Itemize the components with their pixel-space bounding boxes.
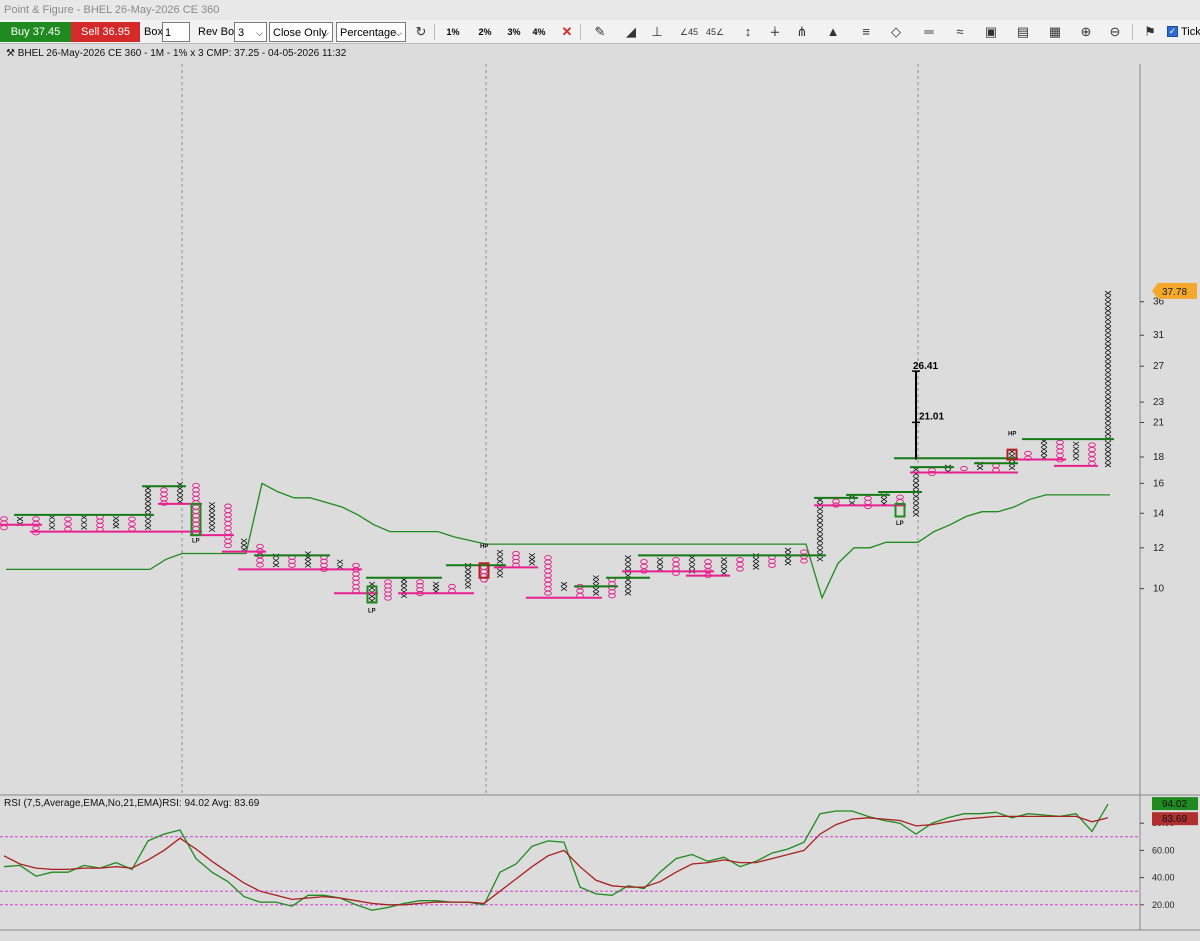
triangle-icon[interactable]: ◢: [620, 22, 642, 42]
horizontal-line-icon[interactable]: ═: [918, 22, 940, 42]
wrench-icon: ⚒: [6, 48, 18, 59]
fork-icon[interactable]: ⋔: [791, 22, 813, 42]
angle-45-left-icon[interactable]: ∠45: [678, 22, 700, 42]
chevron-down-icon: ⌵: [395, 28, 402, 38]
tick-label: Tick: [1181, 26, 1200, 38]
vertical-line-2-icon[interactable]: ∔: [764, 22, 786, 42]
chevron-down-icon: ⌵: [256, 28, 263, 38]
y-tick-label: 31: [1153, 330, 1165, 341]
y-tick-label: 14: [1153, 508, 1165, 519]
y-tick-label: 27: [1153, 361, 1165, 372]
target-mid-label: 21.01: [919, 411, 944, 422]
rsi-y-tick-label: 20.00: [1152, 900, 1175, 910]
chart-title-text: BHEL 26-May-2026 CE 360 - 1M - 1% x 3 CM…: [17, 48, 347, 59]
toolbar: Buy 37.45 Sell 36.95 Box 1 Rev Box 3 ⌵ Cl…: [0, 20, 1200, 44]
close-x-icon[interactable]: ✕: [556, 22, 578, 42]
vertical-line-icon[interactable]: ↕: [737, 22, 759, 42]
y-tick-label: 21: [1153, 417, 1165, 428]
bars-icon[interactable]: ≡: [855, 22, 877, 42]
pattern-annotation: LP: [192, 538, 200, 544]
pencil-icon[interactable]: ✎: [589, 22, 611, 42]
chart-title: ⚒ BHEL 26-May-2026 CE 360 - 1M - 1% x 3 …: [6, 48, 346, 59]
document-icon[interactable]: ▤: [1012, 22, 1034, 42]
rsi-y-tick-label: 40.00: [1152, 873, 1175, 883]
chevron-down-icon: ⌵: [322, 28, 329, 38]
y-tick-label: 23: [1153, 397, 1165, 408]
box-size-input[interactable]: 1: [162, 22, 190, 42]
pattern-annotation: HP: [480, 544, 488, 550]
box-type-select[interactable]: Percentage ⌵: [336, 22, 406, 42]
box-label: Box: [144, 26, 163, 38]
price-mode-select[interactable]: Close Only ⌵: [269, 22, 333, 42]
pin-icon[interactable]: ⚑: [1139, 22, 1161, 42]
target-top-label: 26.41: [913, 361, 938, 372]
anchor-icon[interactable]: ⊥: [646, 22, 668, 42]
box-type-value: Percentage: [340, 27, 397, 39]
rsi-avg-label: 83.69: [1162, 814, 1187, 825]
zoom-out-icon[interactable]: ⊖: [1104, 22, 1126, 42]
rsi-last-label: 94.02: [1162, 799, 1187, 810]
rectangle-icon[interactable]: ▣: [980, 22, 1002, 42]
tick-checkbox[interactable]: ✓: [1167, 26, 1178, 37]
y-tick-label: 12: [1153, 543, 1165, 554]
price-mode-value: Close Only: [273, 27, 327, 39]
last-price-label: 37.78: [1162, 287, 1187, 298]
grid-icon[interactable]: ▦: [1044, 22, 1066, 42]
pattern-annotation: HP: [1008, 432, 1016, 438]
buy-button[interactable]: Buy 37.45: [0, 22, 71, 42]
rev-box-select[interactable]: 3 ⌵: [234, 22, 267, 42]
rev-box-value: 3: [238, 27, 245, 39]
y-tick-label: 16: [1153, 478, 1165, 489]
pct-3-button[interactable]: 3%: [503, 22, 525, 42]
trend-line-icon[interactable]: ≈: [949, 22, 971, 42]
rsi-y-tick-label: 60.00: [1152, 845, 1175, 855]
pct-2-button[interactable]: 2%: [474, 22, 496, 42]
y-tick-label: 18: [1153, 452, 1165, 463]
pattern-annotation: LP: [896, 521, 904, 527]
refresh-icon[interactable]: ↻: [410, 22, 432, 42]
diamond-icon[interactable]: ◇: [885, 22, 907, 42]
megaphone-icon[interactable]: ▲: [822, 22, 844, 42]
pattern-annotation: LP: [368, 608, 376, 614]
sell-button[interactable]: Sell 36.95: [71, 22, 140, 42]
rsi-title: RSI (7,5,Average,EMA,No,21,EMA)RSI: 94.0…: [4, 798, 260, 809]
window-title: Point & Figure - BHEL 26-May-2026 CE 360: [0, 0, 1200, 20]
pct-4-button[interactable]: 4%: [528, 22, 550, 42]
zoom-in-icon[interactable]: ⊕: [1075, 22, 1097, 42]
angle-45-right-icon[interactable]: 45∠: [704, 22, 726, 42]
y-tick-label: 10: [1153, 584, 1165, 595]
pct-1-button[interactable]: 1%: [442, 22, 464, 42]
